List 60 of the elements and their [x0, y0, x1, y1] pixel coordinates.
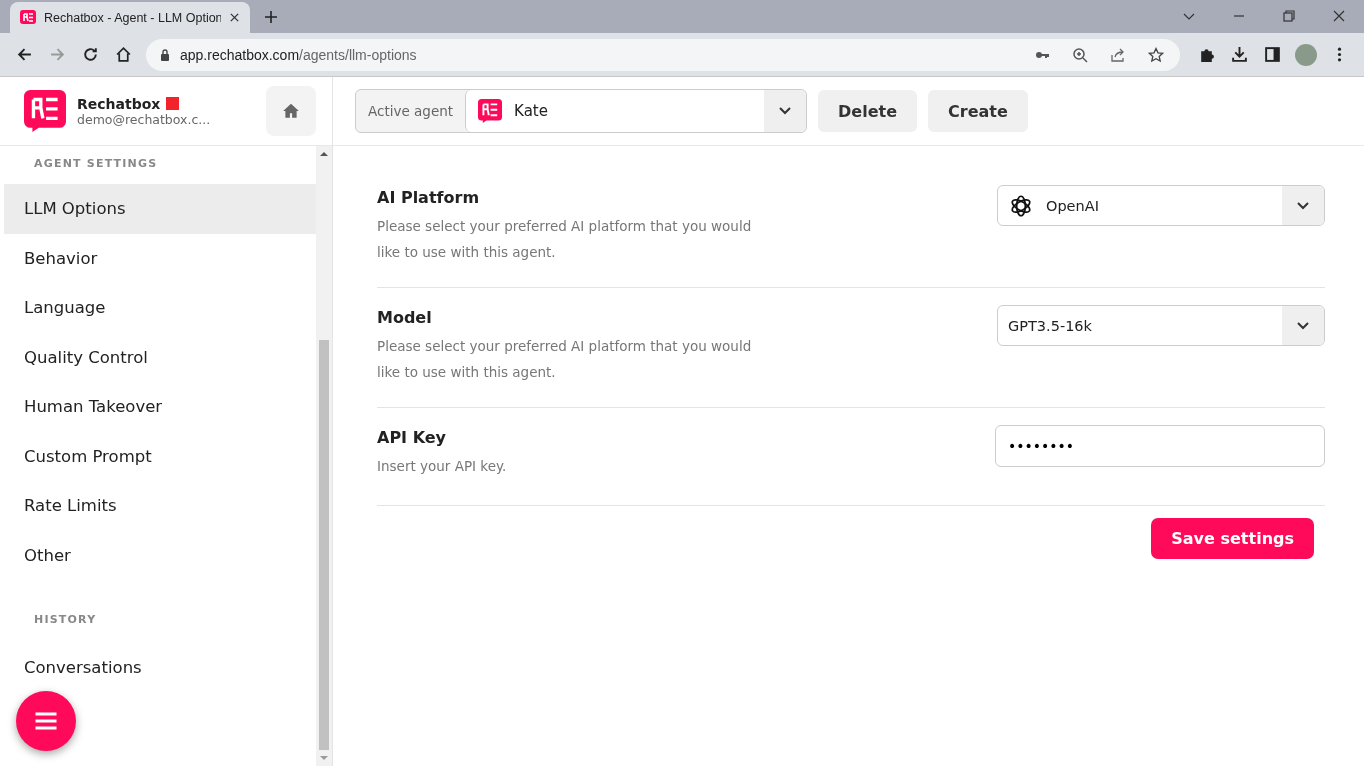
- knot-logo-icon: [1008, 192, 1034, 219]
- scroll-up-icon[interactable]: [320, 151, 328, 157]
- app-logo-icon: [20, 9, 36, 26]
- menu-button[interactable]: [16, 691, 76, 751]
- save-button[interactable]: Save settings: [1151, 518, 1314, 559]
- restore-icon[interactable]: [1282, 9, 1296, 23]
- setting-title: AI Platform: [377, 188, 481, 207]
- active-agent-label: Active agent: [367, 102, 455, 121]
- api-key-field[interactable]: ••••••••: [995, 425, 1325, 467]
- brand-name: Rechatbox: [77, 95, 161, 112]
- sidebar-item[interactable]: Language: [4, 283, 316, 333]
- star-icon[interactable]: [1148, 46, 1164, 63]
- sidebar-item[interactable]: Human Takeover: [4, 382, 316, 432]
- download-icon[interactable]: [1231, 46, 1248, 63]
- close-icon[interactable]: [1332, 9, 1346, 23]
- sidebar-item[interactable]: Rate Limits: [4, 481, 316, 531]
- lock-icon: [160, 48, 170, 61]
- dropdown-select[interactable]: GPT3.5-16k: [997, 305, 1325, 346]
- setting-description: Insert your API key.: [377, 457, 508, 476]
- section-heading: HISTORY: [33, 612, 98, 628]
- new-tab-icon[interactable]: [264, 10, 278, 24]
- agent-name: Kate: [514, 102, 548, 120]
- sidebar-item[interactable]: Conversations: [4, 643, 316, 693]
- home-button[interactable]: [266, 86, 316, 136]
- app-logo-icon: [478, 99, 503, 123]
- tab-title: Rechatbox - Agent - LLM Option: [44, 10, 221, 25]
- setting-title: Model: [377, 308, 433, 327]
- sidebar-item[interactable]: Custom Prompt: [4, 431, 316, 481]
- select-value: GPT3.5-16k: [1008, 317, 1092, 334]
- share-icon[interactable]: [1110, 46, 1126, 63]
- status-square-icon: [166, 97, 180, 110]
- agent-select[interactable]: Active agent Kate: [355, 89, 808, 133]
- chevron-down-icon: [1297, 201, 1309, 210]
- zoom-icon[interactable]: [1072, 46, 1088, 63]
- chevron-down-icon: [779, 107, 792, 115]
- account-email: demo@rechatbox.c...: [77, 111, 212, 127]
- close-icon[interactable]: [229, 12, 240, 23]
- sidebar-item[interactable]: LLM Options: [4, 184, 316, 234]
- action-button[interactable]: Delete: [818, 90, 918, 132]
- app-logo-icon: [24, 90, 66, 132]
- back-arrow-icon[interactable]: [16, 46, 33, 63]
- puzzle-icon[interactable]: [1198, 46, 1215, 63]
- action-button[interactable]: Create: [928, 90, 1028, 132]
- chevron-down-icon: [1297, 321, 1309, 330]
- home-icon: [282, 102, 300, 120]
- select-value: OpenAI: [1046, 197, 1099, 214]
- address-bar[interactable]: app.rechatbox.com/agents/llm-options: [146, 38, 1180, 71]
- browser-tab[interactable]: Rechatbox - Agent - LLM Option: [10, 2, 250, 33]
- dropdown-select[interactable]: OpenAI: [997, 185, 1325, 226]
- setting-description: Please select your preferred AI platform that you would like to use with this agent.: [377, 217, 753, 262]
- sidebar-item[interactable]: Quality Control: [4, 332, 316, 382]
- setting-description: Please select your preferred AI platform that you would like to use with this agent.: [377, 337, 753, 382]
- section-heading: AGENT SETTINGS: [33, 156, 159, 172]
- url-text: app.rechatbox.com/agents/llm-options: [180, 46, 417, 63]
- home-icon[interactable]: [115, 46, 132, 63]
- side-panel-icon[interactable]: [1264, 46, 1281, 63]
- sidebar-item[interactable]: Behavior: [4, 233, 316, 283]
- sidebar-item[interactable]: Other: [4, 530, 316, 580]
- setting-title: API Key: [377, 428, 448, 447]
- reload-icon[interactable]: [82, 46, 99, 63]
